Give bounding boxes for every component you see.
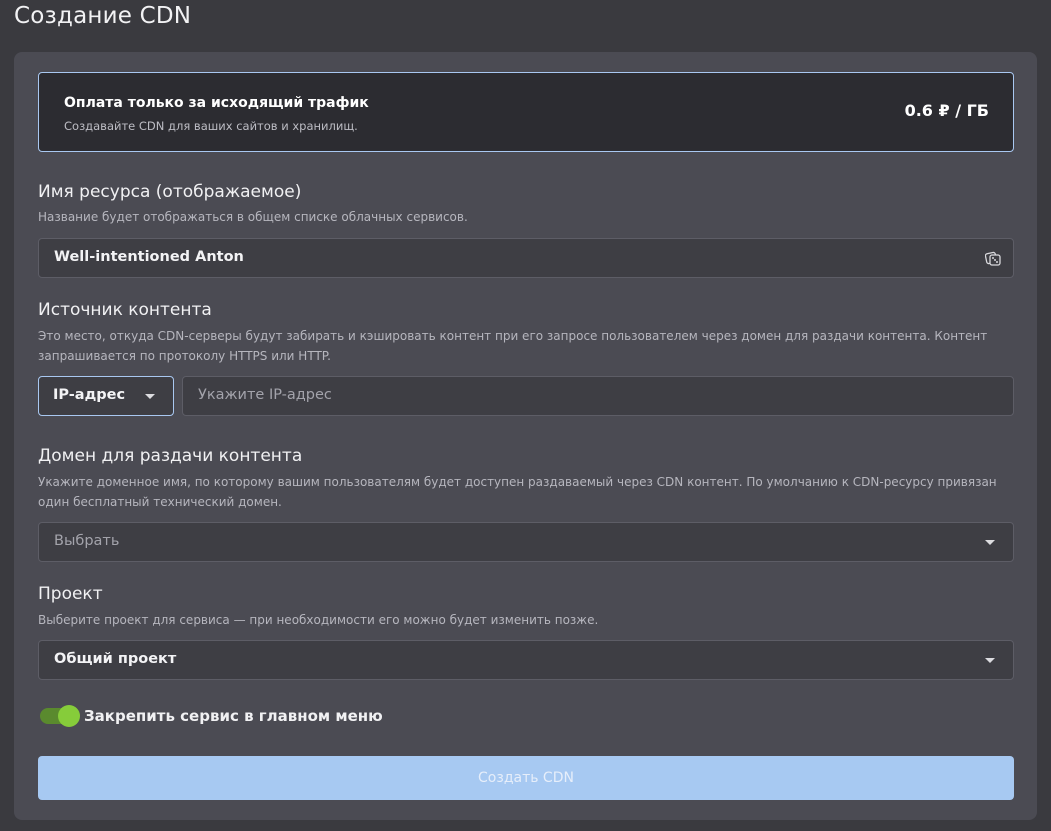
resource-name-input[interactable]: Well-intentioned Anton (38, 238, 1014, 278)
resource-name-value: Well-intentioned Anton (54, 249, 244, 265)
project-select[interactable]: Общий проект (38, 640, 1014, 680)
chevron-down-icon (985, 658, 995, 663)
pin-service-label: Закрепить сервис в главном меню (84, 707, 383, 725)
toggle-knob (58, 705, 80, 727)
content-source-description: Это место, откуда CDN-серверы будут заби… (38, 329, 988, 363)
banner-title: Оплата только за исходящий трафик (64, 95, 369, 111)
source-type-select[interactable]: IP-адрес (38, 376, 174, 416)
ip-address-input[interactable]: Укажите IP-адрес (182, 376, 1014, 416)
ip-address-placeholder: Укажите IP-адрес (198, 387, 332, 403)
banner-subtitle: Создавайте CDN для ваших сайтов и хранил… (64, 119, 358, 133)
resource-name-title: Имя ресурса (отображаемое) (38, 182, 302, 202)
domain-title: Домен для раздачи контента (38, 446, 303, 466)
domain-select[interactable]: Выбрать (38, 522, 1014, 562)
domain-placeholder: Выбрать (54, 533, 120, 549)
domain-description: Укажите доменное имя, по которому вашим … (38, 475, 997, 509)
project-description: Выберите проект для сервиса — при необхо… (38, 613, 599, 627)
source-type-value: IP-адрес (53, 387, 126, 403)
create-cdn-button[interactable]: Создать CDN (38, 756, 1014, 800)
resource-name-description: Название будет отображаться в общем спис… (38, 210, 468, 224)
content-source-title: Источник контента (38, 300, 212, 320)
pricing-banner: Оплата только за исходящий трафик Создав… (38, 72, 1014, 152)
pin-service-toggle[interactable] (40, 705, 80, 727)
dice-icon[interactable] (985, 250, 1001, 266)
create-cdn-form: Оплата только за исходящий трафик Создав… (14, 52, 1037, 820)
banner-price: 0.6 ₽ / ГБ (904, 101, 989, 120)
page-title: Создание CDN (14, 3, 192, 29)
project-value: Общий проект (54, 651, 177, 667)
chevron-down-icon (145, 394, 155, 399)
project-title: Проект (38, 584, 103, 604)
chevron-down-icon (985, 540, 995, 545)
